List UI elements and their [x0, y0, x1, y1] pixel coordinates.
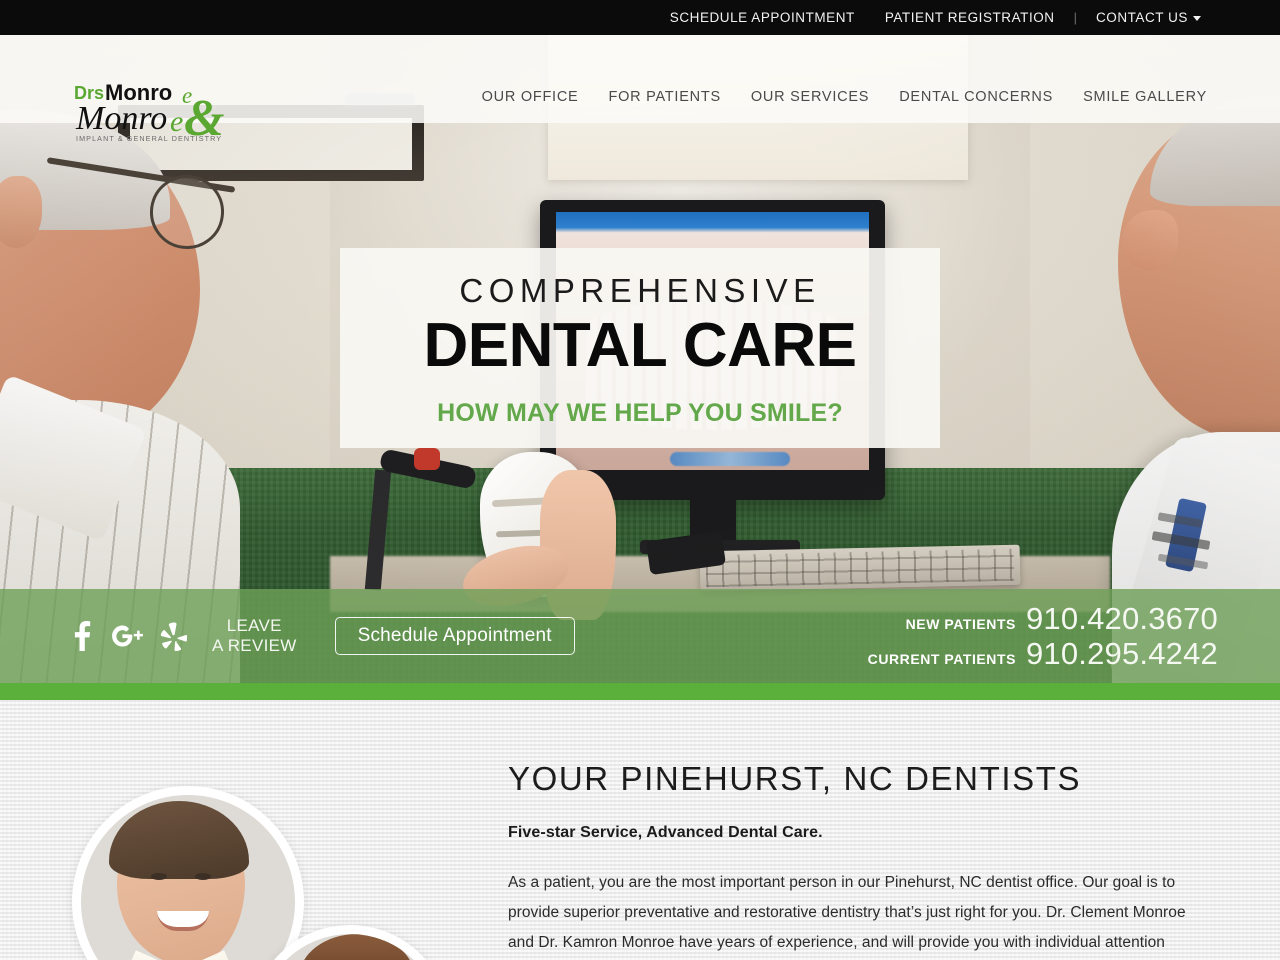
contact-us-label: CONTACT US: [1095, 10, 1188, 25]
top-link-contact-us[interactable]: CONTACT US: [1081, 0, 1216, 35]
nav-item-smile-gallery[interactable]: SMILE GALLERY: [1068, 89, 1222, 105]
nav-item-our-office[interactable]: OUR OFFICE: [467, 89, 594, 105]
schedule-appointment-button[interactable]: Schedule Appointment: [334, 617, 575, 655]
leave-review-line-2: A REVIEW: [212, 636, 297, 655]
leave-a-review-label[interactable]: LEAVE A REVIEW: [212, 616, 297, 656]
site-header: Drs Monro e Monro e & IMPLANT & GENERAL …: [0, 35, 1280, 147]
intro-body-text: As a patient, you are the most important…: [508, 874, 1186, 951]
logo-artwork: Drs Monro e Monro e & IMPLANT & GENERAL …: [74, 80, 224, 147]
nav-item-for-patients[interactable]: FOR PATIENTS: [593, 89, 735, 105]
call-to-action-bar: LEAVE A REVIEW Schedule Appointment NEW …: [0, 589, 1280, 683]
doctor-2-hair-top: [299, 934, 415, 960]
yelp-link[interactable]: [150, 613, 196, 659]
intro-lead-text: Five-star Service, Advanced Dental Care.: [508, 824, 823, 841]
current-patients-label: CURRENT PATIENTS: [867, 651, 1016, 667]
intro-content-section: YOUR PINEHURST, NC DENTISTS Five-star Se…: [0, 700, 1280, 960]
facebook-link[interactable]: [58, 613, 104, 659]
logo-monroe-bottom-text: Monro: [75, 100, 167, 137]
facebook-icon: [74, 621, 91, 651]
doctor-portrait-primary: [72, 786, 304, 960]
google-plus-icon: [112, 625, 143, 647]
leave-review-line-1: LEAVE: [226, 615, 282, 635]
phone-numbers-group: NEW PATIENTS 910.420.3670 CURRENT PATIEN…: [868, 589, 1218, 683]
top-utility-links: SCHEDULE APPOINTMENT PATIENT REGISTRATIO…: [655, 0, 1216, 35]
top-bar-separator: |: [1073, 10, 1077, 25]
yelp-icon: [160, 622, 187, 652]
hero-subtitle: HOW MAY WE HELP YOU SMILE?: [437, 398, 843, 427]
new-patients-phone-row: NEW PATIENTS 910.420.3670: [906, 603, 1218, 634]
chevron-down-icon: [1193, 15, 1201, 21]
top-link-patient-registration[interactable]: PATIENT REGISTRATION: [870, 0, 1070, 35]
doctor-1-eye-right: [195, 873, 211, 880]
doctor-1-eye-left: [151, 873, 167, 880]
current-patients-phone-number[interactable]: 910.295.4242: [1026, 638, 1218, 669]
doctor-1-hair: [109, 801, 249, 879]
new-patients-label: NEW PATIENTS: [905, 616, 1016, 632]
logo-tagline-text: IMPLANT & GENERAL DENTISTRY: [76, 134, 222, 143]
top-utility-bar: SCHEDULE APPOINTMENT PATIENT REGISTRATIO…: [0, 0, 1280, 35]
google-plus-link[interactable]: [104, 613, 150, 659]
hero-title: DENTAL CARE: [423, 311, 857, 380]
hero-kicker: COMPREHENSIVE: [459, 272, 821, 309]
page-title: YOUR PINEHURST, NC DENTISTS: [508, 760, 1082, 797]
new-patients-phone-number[interactable]: 910.420.3670: [1026, 603, 1218, 634]
brand-green-accent-strip: [0, 683, 1280, 700]
hero-message-box: COMPREHENSIVE DENTAL CARE HOW MAY WE HEL…: [340, 248, 940, 448]
main-navigation: OUR OFFICE FOR PATIENTS OUR SERVICES DEN…: [467, 70, 1222, 123]
doctor-portraits-group: [0, 700, 470, 960]
nav-item-our-services[interactable]: OUR SERVICES: [736, 89, 884, 105]
cta-left-group: LEAVE A REVIEW Schedule Appointment: [58, 589, 575, 683]
top-link-schedule-appointment[interactable]: SCHEDULE APPOINTMENT: [655, 0, 870, 35]
nav-item-dental-concerns[interactable]: DENTAL CONCERNS: [884, 89, 1068, 105]
site-logo[interactable]: Drs Monro e Monro e & IMPLANT & GENERAL …: [72, 79, 264, 147]
current-patients-phone-row: CURRENT PATIENTS 910.295.4242: [868, 638, 1218, 669]
